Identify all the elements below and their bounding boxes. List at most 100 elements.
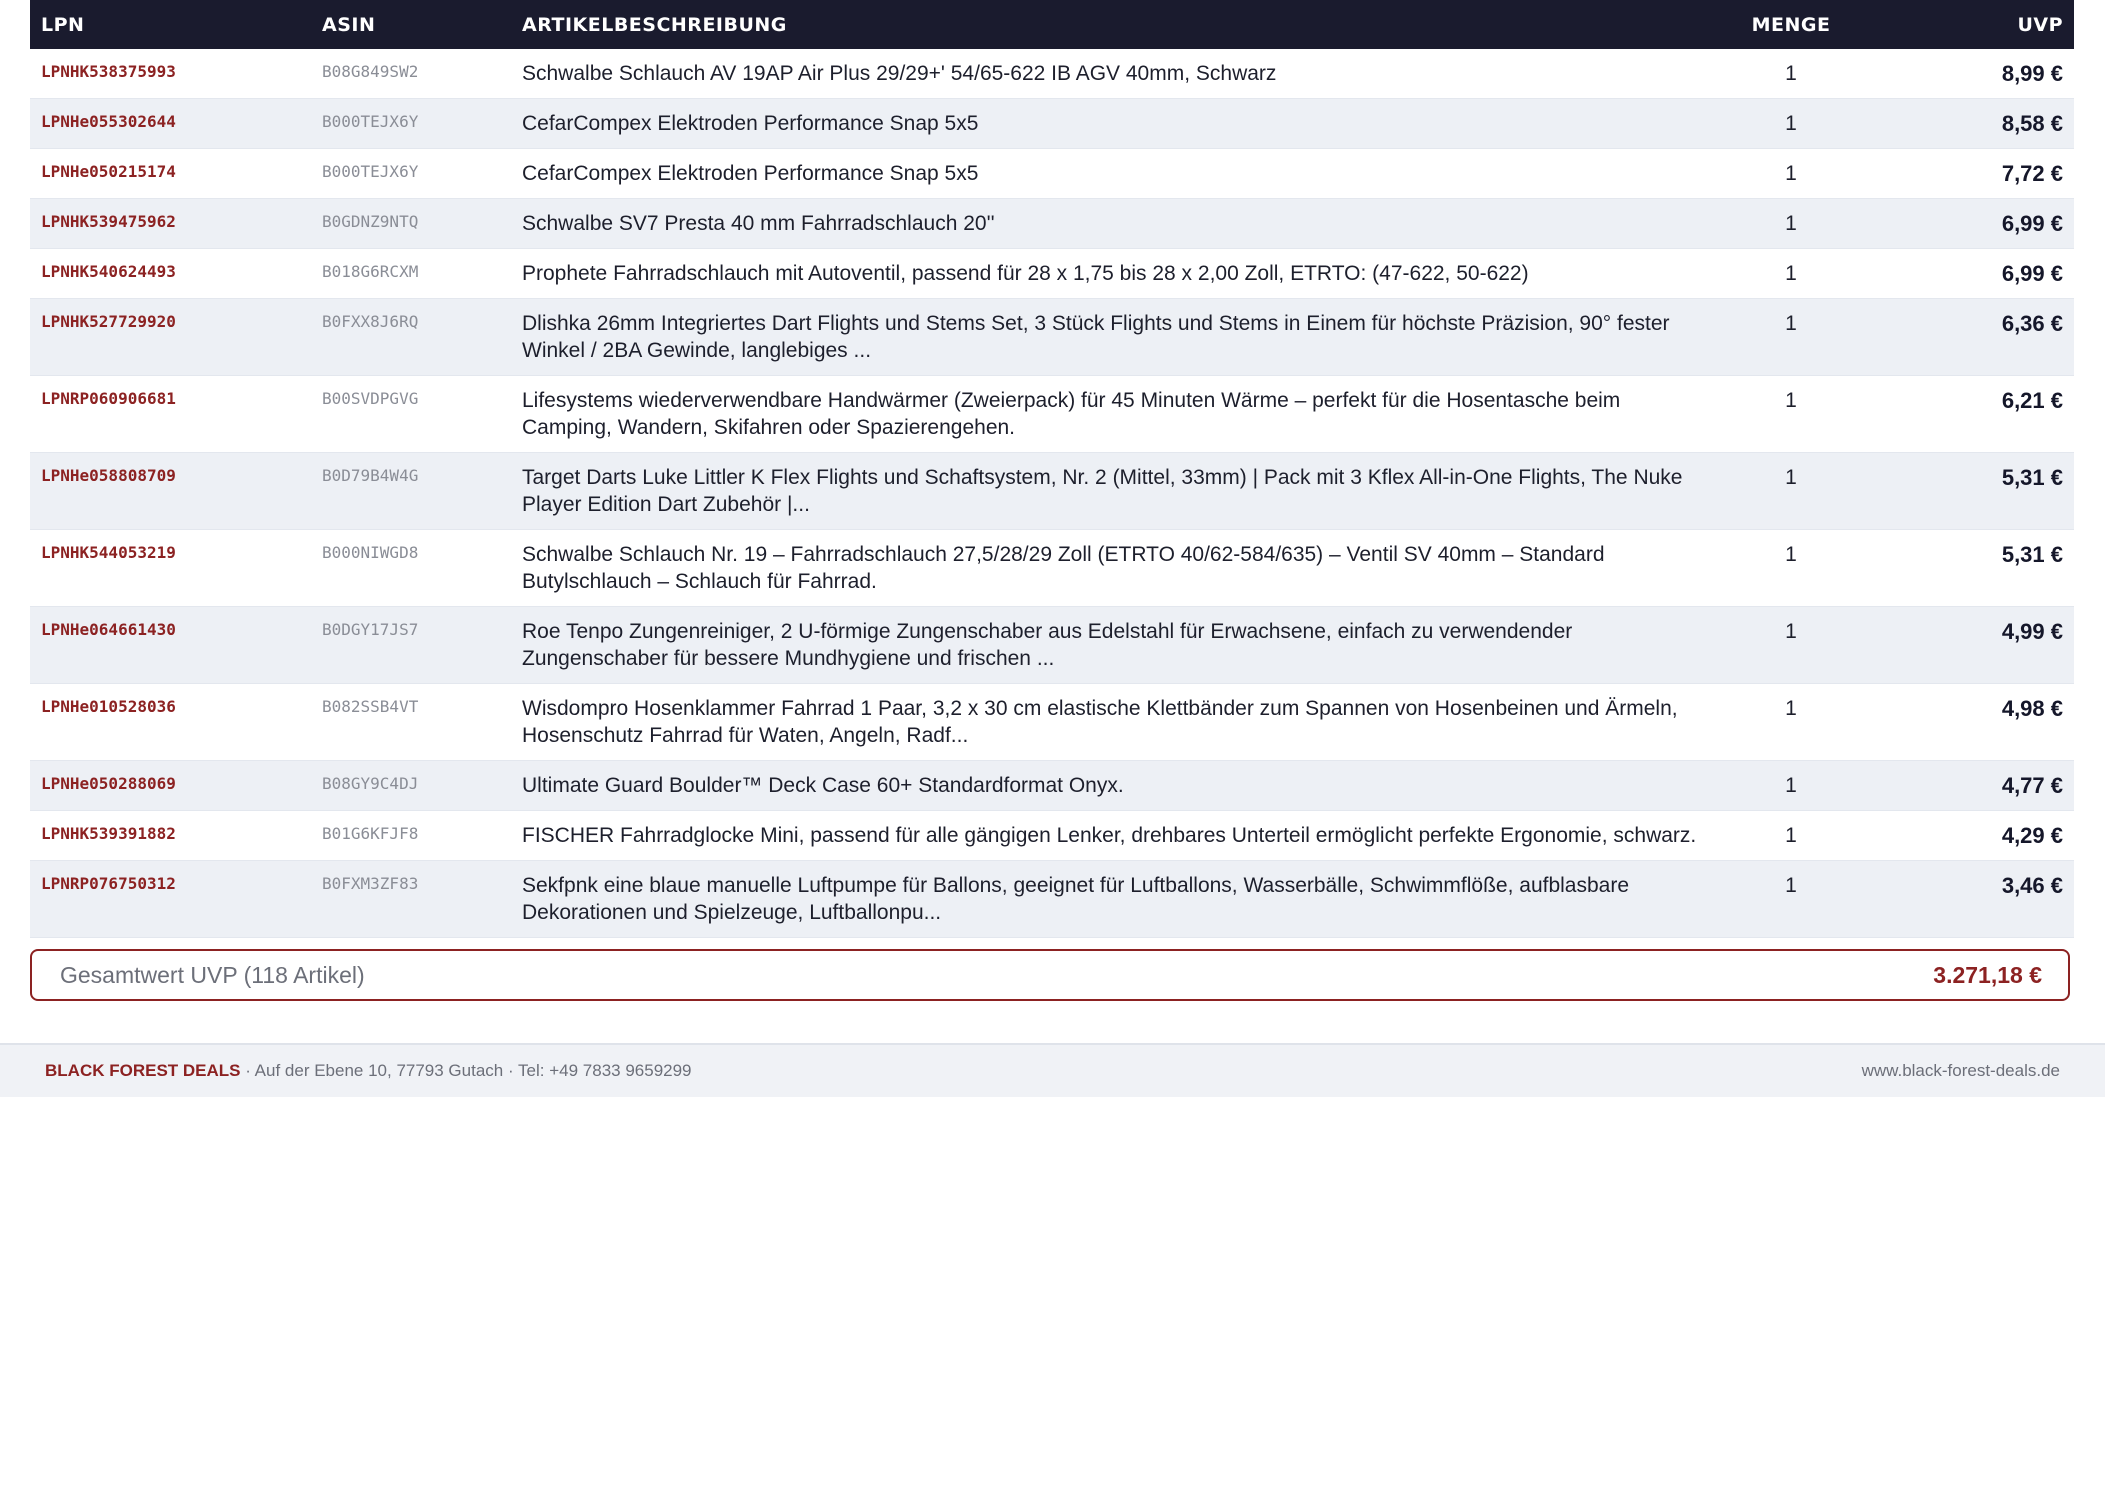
cell-quantity: 1 [1723,860,1859,938]
cell-lpn: LPNHK539391882 [30,810,311,861]
cell-quantity: 1 [1723,148,1859,199]
cell-asin: B000TEJX6Y [311,98,511,149]
cell-asin: B0FXX8J6RQ [311,298,511,376]
cell-lpn: LPNHe050288069 [30,760,311,811]
cell-uvp: 3,46 € [1859,860,2074,938]
table-row: LPNHe058808709 B0D79B4W4G Target Darts L… [30,452,2074,530]
cell-description: CefarCompex Elektroden Performance Snap … [511,148,1723,199]
cell-asin: B08G849SW2 [311,49,511,99]
cell-lpn: LPNHe058808709 [30,452,311,530]
header-quantity[interactable]: MENGE [1723,0,1859,49]
header-asin[interactable]: ASIN [311,0,511,49]
cell-uvp: 6,99 € [1859,248,2074,299]
cell-description: Schwalbe SV7 Presta 40 mm Fahrradschlauc… [511,198,1723,249]
cell-quantity: 1 [1723,452,1859,530]
total-summary: Gesamtwert UVP (118 Artikel) 3.271,18 € [30,949,2070,1001]
footer-company-info: BLACK FOREST DEALS · Auf der Ebene 10, 7… [45,1061,692,1081]
inventory-sheet: LPN ASIN ARTIKELBESCHREIBUNG MENGE UVP L… [30,0,2074,938]
cell-quantity: 1 [1723,248,1859,299]
table-row: LPNHe064661430 B0DGY17JS7 Roe Tenpo Zung… [30,606,2074,684]
cell-lpn: LPNRP076750312 [30,860,311,938]
cell-description: FISCHER Fahrradglocke Mini, passend für … [511,810,1723,861]
cell-quantity: 1 [1723,683,1859,761]
table-row: LPNHK544053219 B000NIWGD8 Schwalbe Schla… [30,529,2074,607]
cell-quantity: 1 [1723,606,1859,684]
cell-lpn: LPNHK540624493 [30,248,311,299]
cell-quantity: 1 [1723,529,1859,607]
cell-lpn: LPNHe050215174 [30,148,311,199]
cell-lpn: LPNHe055302644 [30,98,311,149]
cell-quantity: 1 [1723,760,1859,811]
cell-description: Sekfpnk eine blaue manuelle Luftpumpe fü… [511,860,1723,938]
table-row: LPNHe050288069 B08GY9C4DJ Ultimate Guard… [30,760,2074,811]
cell-asin: B082SSB4VT [311,683,511,761]
cell-description: Wisdompro Hosenklammer Fahrrad 1 Paar, 3… [511,683,1723,761]
cell-description: Schwalbe Schlauch Nr. 19 – Fahrradschlau… [511,529,1723,607]
cell-lpn: LPNHK539475962 [30,198,311,249]
cell-lpn: LPNHK544053219 [30,529,311,607]
cell-uvp: 5,31 € [1859,529,2074,607]
cell-asin: B0DGY17JS7 [311,606,511,684]
table-row: LPNRP076750312 B0FXM3ZF83 Sekfpnk eine b… [30,860,2074,938]
cell-asin: B0GDNZ9NTQ [311,198,511,249]
cell-uvp: 4,99 € [1859,606,2074,684]
table-row: LPNHe055302644 B000TEJX6Y CefarCompex El… [30,98,2074,149]
cell-description: CefarCompex Elektroden Performance Snap … [511,98,1723,149]
cell-uvp: 4,77 € [1859,760,2074,811]
cell-description: Roe Tenpo Zungenreiniger, 2 U-förmige Zu… [511,606,1723,684]
cell-asin: B018G6RCXM [311,248,511,299]
cell-description: Schwalbe Schlauch AV 19AP Air Plus 29/29… [511,49,1723,99]
cell-asin: B08GY9C4DJ [311,760,511,811]
cell-description: Dlishka 26mm Integriertes Dart Flights u… [511,298,1723,376]
table-row: LPNHK527729920 B0FXX8J6RQ Dlishka 26mm I… [30,298,2074,376]
cell-description: Lifesystems wiederverwendbare Handwärmer… [511,375,1723,453]
cell-quantity: 1 [1723,375,1859,453]
total-label: Gesamtwert UVP (118 Artikel) [60,961,365,988]
table-header: LPN ASIN ARTIKELBESCHREIBUNG MENGE UVP [30,0,2074,49]
cell-description: Ultimate Guard Boulder™ Deck Case 60+ St… [511,760,1723,811]
cell-description: Prophete Fahrradschlauch mit Autoventil,… [511,248,1723,299]
table-row: LPNRP060906681 B00SVDPGVG Lifesystems wi… [30,375,2074,453]
cell-lpn: LPNHK538375993 [30,49,311,99]
cell-lpn: LPNHe064661430 [30,606,311,684]
cell-uvp: 4,98 € [1859,683,2074,761]
cell-uvp: 8,99 € [1859,49,2074,99]
items-table: LPN ASIN ARTIKELBESCHREIBUNG MENGE UVP L… [30,0,2074,938]
cell-asin: B01G6KFJF8 [311,810,511,861]
cell-uvp: 6,36 € [1859,298,2074,376]
cell-lpn: LPNHe010528036 [30,683,311,761]
header-uvp[interactable]: UVP [1859,0,2074,49]
cell-lpn: LPNHK527729920 [30,298,311,376]
cell-asin: B0D79B4W4G [311,452,511,530]
cell-asin: B000TEJX6Y [311,148,511,199]
cell-uvp: 4,29 € [1859,810,2074,861]
page-footer: BLACK FOREST DEALS · Auf der Ebene 10, 7… [0,1043,2105,1097]
cell-description: Target Darts Luke Littler K Flex Flights… [511,452,1723,530]
cell-asin: B00SVDPGVG [311,375,511,453]
cell-uvp: 6,21 € [1859,375,2074,453]
header-lpn[interactable]: LPN [30,0,311,49]
table-row: LPNHK538375993 B08G849SW2 Schwalbe Schla… [30,49,2074,99]
table-row: LPNHK539475962 B0GDNZ9NTQ Schwalbe SV7 P… [30,198,2074,249]
cell-quantity: 1 [1723,810,1859,861]
cell-uvp: 8,58 € [1859,98,2074,149]
cell-quantity: 1 [1723,49,1859,99]
company-address: · Auf der Ebene 10, 77793 Gutach · Tel: … [240,1061,692,1080]
table-row: LPNHK539391882 B01G6KFJF8 FISCHER Fahrra… [30,810,2074,861]
table-row: LPNHe050215174 B000TEJX6Y CefarCompex El… [30,148,2074,199]
cell-quantity: 1 [1723,98,1859,149]
table-row: LPNHe010528036 B082SSB4VT Wisdompro Hose… [30,683,2074,761]
cell-asin: B0FXM3ZF83 [311,860,511,938]
table-row: LPNHK540624493 B018G6RCXM Prophete Fahrr… [30,248,2074,299]
table-body: LPNHK538375993 B08G849SW2 Schwalbe Schla… [30,49,2074,938]
total-value: 3.271,18 € [1933,961,2042,988]
cell-quantity: 1 [1723,298,1859,376]
cell-uvp: 7,72 € [1859,148,2074,199]
company-name: BLACK FOREST DEALS [45,1061,241,1080]
cell-uvp: 5,31 € [1859,452,2074,530]
cell-uvp: 6,99 € [1859,198,2074,249]
header-description[interactable]: ARTIKELBESCHREIBUNG [511,0,1723,49]
cell-quantity: 1 [1723,198,1859,249]
cell-asin: B000NIWGD8 [311,529,511,607]
company-website[interactable]: www.black-forest-deals.de [1862,1061,2060,1081]
